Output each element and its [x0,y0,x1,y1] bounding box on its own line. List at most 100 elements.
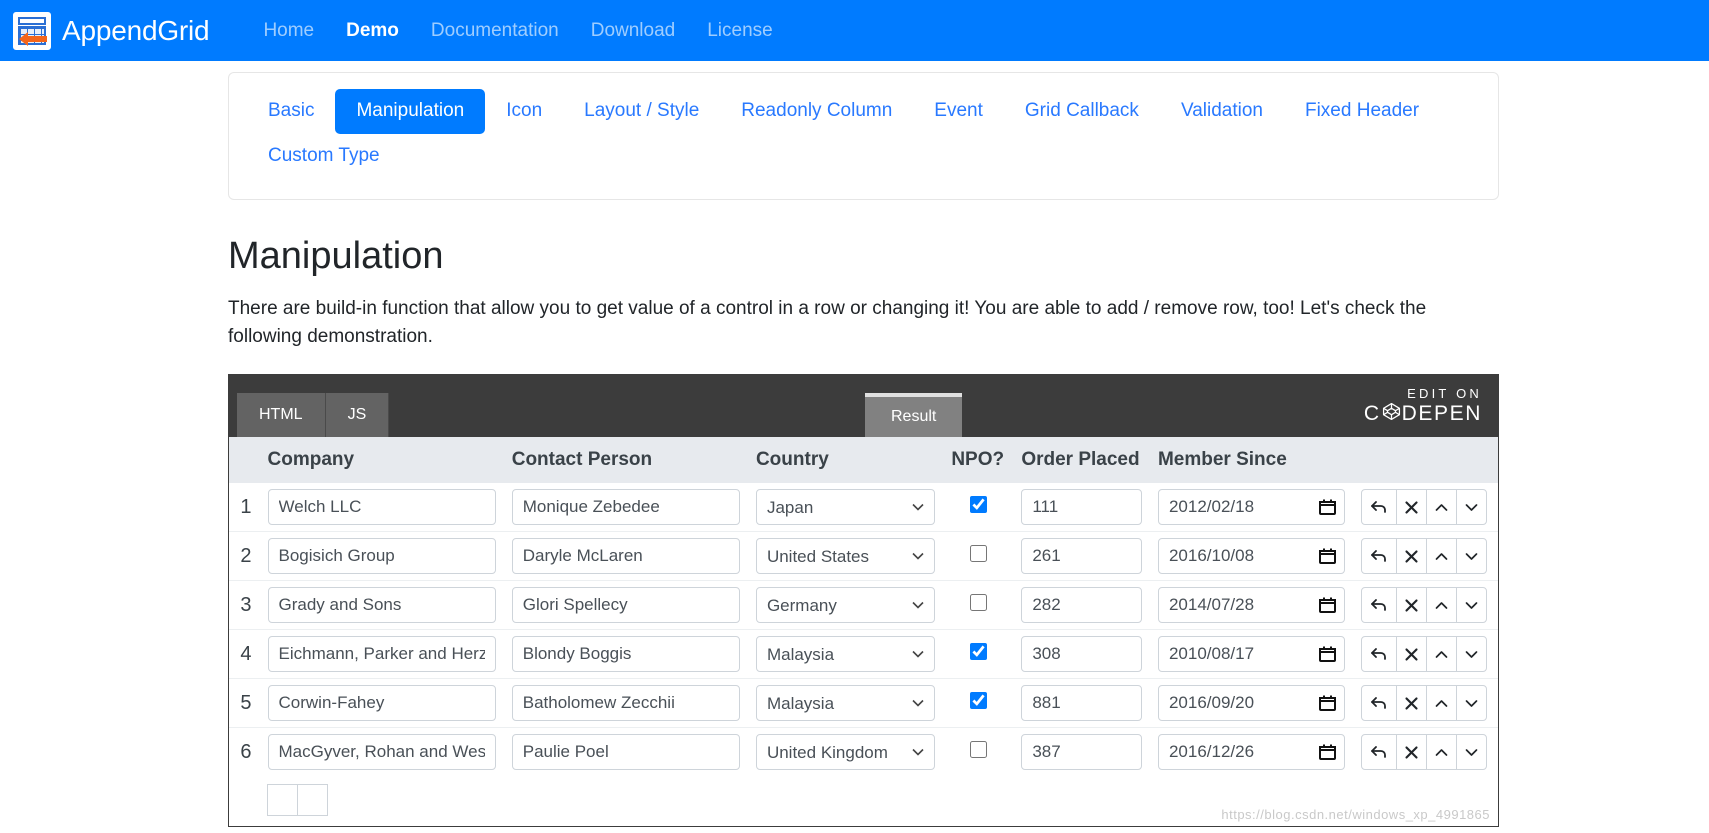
member-since-wrap [1157,538,1346,575]
nav-link-license[interactable]: License [691,12,789,50]
contact-person-input[interactable] [511,685,740,722]
remove-row-icon[interactable] [1396,587,1428,624]
demo-tabs-row-2: Custom Type [247,134,1480,179]
page-body: Basic Manipulation Icon Layout / Style R… [0,72,1709,828]
npo-checkbox[interactable] [969,643,987,661]
move-down-icon[interactable] [1456,734,1488,771]
npo-checkbox[interactable] [969,545,987,563]
cell-actions [1353,483,1498,532]
move-up-icon[interactable] [1426,489,1458,526]
move-down-icon[interactable] [1456,587,1488,624]
move-up-icon[interactable] [1426,734,1458,771]
country-select[interactable]: JapanUnited StatesGermanyMalaysiaUnited … [755,538,936,575]
contact-person-input[interactable] [511,734,740,771]
company-input[interactable] [267,734,496,771]
tab-validation[interactable]: Validation [1160,89,1284,134]
cell-contact-person [503,678,748,728]
codepen-tab-html[interactable]: HTML [237,393,326,438]
row-action-group [1361,636,1488,673]
npo-checkbox[interactable] [969,496,987,514]
order-placed-input[interactable] [1021,587,1142,624]
move-up-icon[interactable] [1426,685,1458,722]
member-since-input[interactable] [1157,587,1346,624]
move-up-icon[interactable] [1426,636,1458,673]
undo-icon[interactable] [1361,685,1398,722]
nav-link-demo[interactable]: Demo [330,12,415,50]
cell-actions [1353,629,1498,679]
company-input[interactable] [267,587,496,624]
tab-layout-style[interactable]: Layout / Style [563,89,720,134]
tab-readonly-column[interactable]: Readonly Column [720,89,913,134]
order-placed-input[interactable] [1021,538,1142,575]
contact-person-input[interactable] [511,489,740,526]
remove-row-icon[interactable] [1396,734,1428,771]
undo-icon[interactable] [1361,636,1398,673]
country-select-wrap: JapanUnited StatesGermanyMalaysiaUnited … [755,636,936,673]
move-down-icon[interactable] [1456,636,1488,673]
cell-company [260,483,504,532]
member-since-input[interactable] [1157,636,1346,673]
country-select[interactable]: JapanUnited StatesGermanyMalaysiaUnited … [755,587,936,624]
move-up-icon[interactable] [1426,538,1458,575]
remove-row-icon[interactable] [1396,636,1428,673]
undo-icon[interactable] [1361,538,1398,575]
grid-remove-button[interactable] [297,784,328,817]
tab-icon[interactable]: Icon [485,89,563,134]
order-placed-input[interactable] [1021,685,1142,722]
order-placed-input[interactable] [1021,734,1142,771]
npo-checkbox[interactable] [969,741,987,759]
country-select[interactable]: JapanUnited StatesGermanyMalaysiaUnited … [755,489,936,526]
cell-npo [943,483,1013,532]
tab-basic[interactable]: Basic [247,89,335,134]
company-input[interactable] [267,685,496,722]
order-placed-input[interactable] [1021,489,1142,526]
contact-person-input[interactable] [511,636,740,673]
member-since-input[interactable] [1157,734,1346,771]
company-input[interactable] [267,538,496,575]
edit-on-codepen-link[interactable]: EDIT ON C DEPEN [1364,386,1482,427]
cell-contact-person [503,727,748,777]
country-select[interactable]: JapanUnited StatesGermanyMalaysiaUnited … [755,685,936,722]
company-input[interactable] [267,636,496,673]
undo-icon[interactable] [1361,489,1398,526]
nav-link-home[interactable]: Home [247,12,330,50]
contact-person-input[interactable] [511,587,740,624]
undo-icon[interactable] [1361,734,1398,771]
remove-row-icon[interactable] [1396,538,1428,575]
company-input[interactable] [267,489,496,526]
country-select[interactable]: JapanUnited StatesGermanyMalaysiaUnited … [755,734,936,771]
cell-member-since [1149,727,1354,777]
tab-fixed-header[interactable]: Fixed Header [1284,89,1440,134]
cell-order-placed [1013,531,1150,581]
cell-contact-person [503,580,748,630]
order-placed-input[interactable] [1021,636,1142,673]
move-down-icon[interactable] [1456,489,1488,526]
contact-person-input[interactable] [511,538,740,575]
tab-grid-callback[interactable]: Grid Callback [1004,89,1160,134]
remove-row-icon[interactable] [1396,489,1428,526]
codepen-tab-result[interactable]: Result [865,393,963,438]
member-since-wrap [1157,489,1346,526]
member-since-input[interactable] [1157,489,1346,526]
grid-append-button[interactable] [267,784,298,817]
tab-custom-type[interactable]: Custom Type [247,134,401,179]
country-select[interactable]: JapanUnited StatesGermanyMalaysiaUnited … [755,636,936,673]
npo-checkbox[interactable] [969,692,987,710]
nav-link-download[interactable]: Download [575,12,692,50]
move-down-icon[interactable] [1456,538,1488,575]
move-up-icon[interactable] [1426,587,1458,624]
undo-icon[interactable] [1361,587,1398,624]
member-since-input[interactable] [1157,685,1346,722]
brand[interactable]: AppendGrid [13,11,210,50]
member-since-input[interactable] [1157,538,1346,575]
npo-checkbox[interactable] [969,594,987,612]
tab-manipulation[interactable]: Manipulation [335,89,486,134]
tab-event[interactable]: Event [913,89,1004,134]
cell-member-since [1149,678,1354,728]
remove-row-icon[interactable] [1396,685,1428,722]
nav-link-documentation[interactable]: Documentation [415,12,575,50]
cell-npo [943,727,1014,777]
move-down-icon[interactable] [1456,685,1488,722]
row-number: 2 [229,531,260,581]
codepen-tab-js[interactable]: JS [325,393,390,438]
